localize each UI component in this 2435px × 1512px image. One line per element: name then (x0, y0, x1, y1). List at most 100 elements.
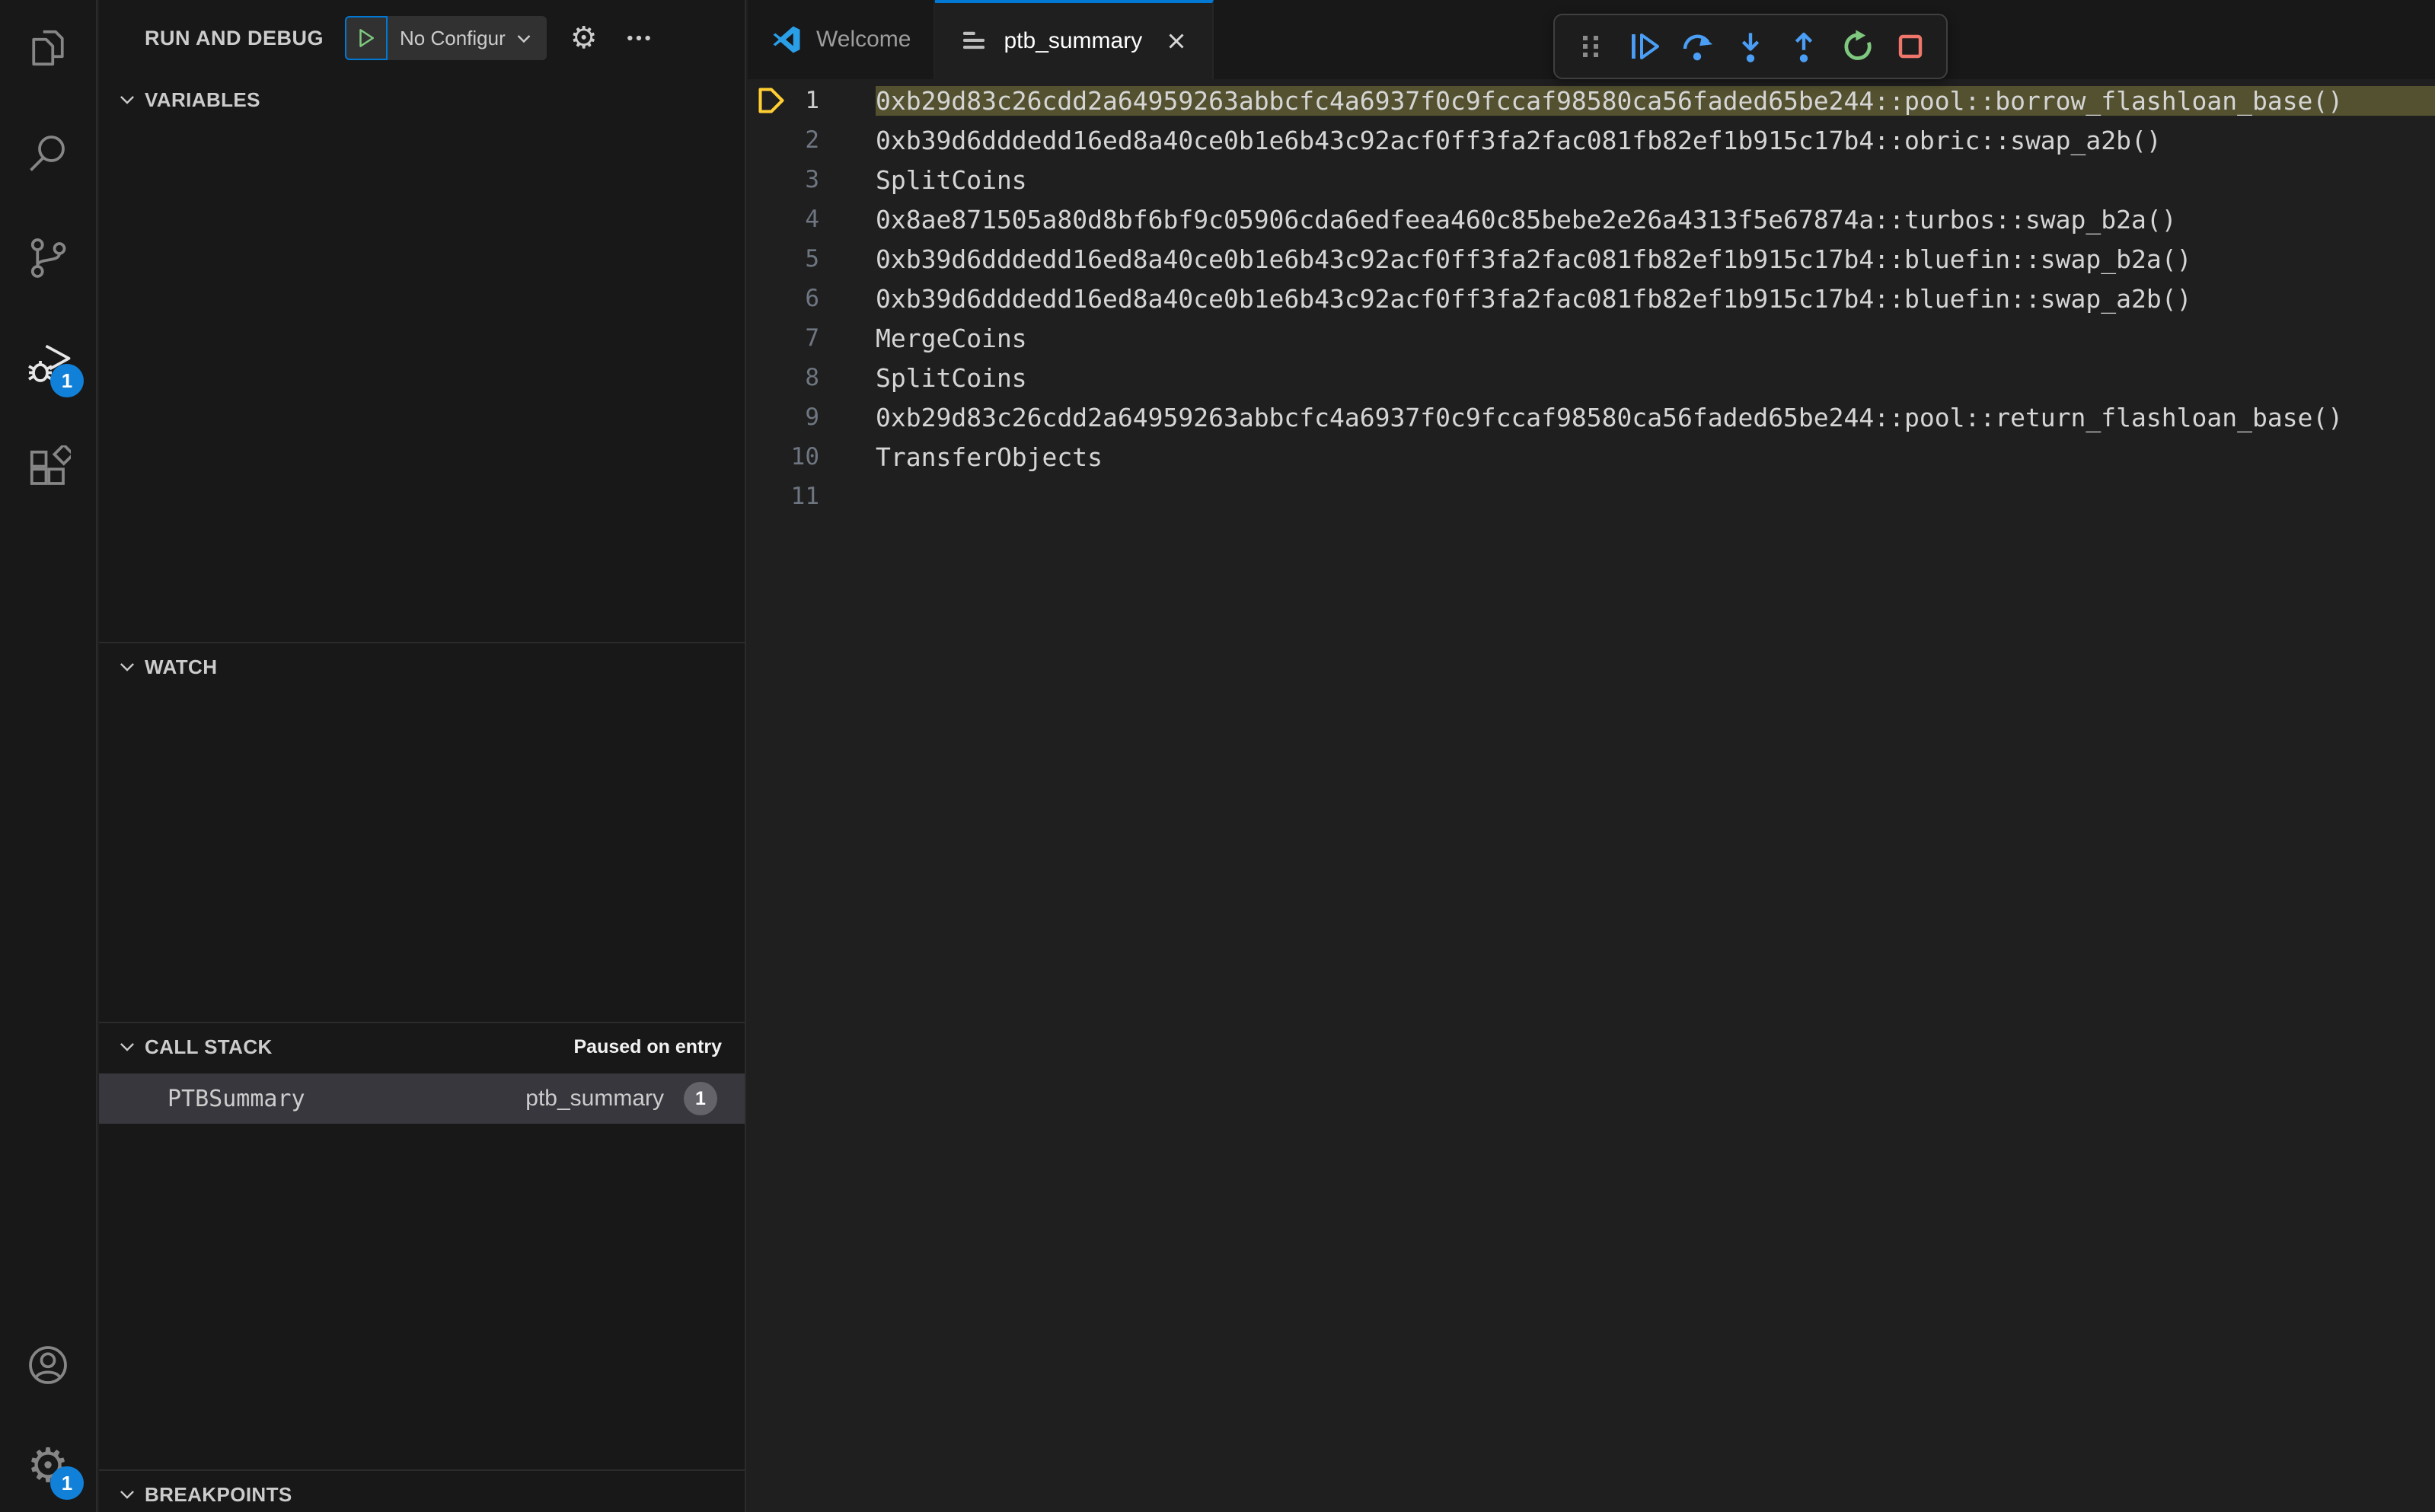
code-line[interactable]: 2 0xb39d6dddedd16ed8a40ce0b1e6b43c92acf0f… (748, 120, 2435, 160)
code-line[interactable]: 5 0xb39d6dddedd16ed8a40ce0b1e6b43c92acf0f… (748, 239, 2435, 279)
paused-status-text: Paused on entry (573, 1035, 723, 1057)
stop-button[interactable] (1887, 21, 1934, 72)
tab-welcome[interactable]: Welcome (748, 0, 936, 79)
vscode-logo-icon (773, 26, 800, 53)
editor-area: Welcome ptb_summary 1 0xb29d83c26cdd2a64… (748, 0, 2435, 1512)
step-into-button[interactable] (1727, 21, 1774, 72)
code-text[interactable]: 0x8ae871505a80d8bf6bf9c05906cda6edfeea46… (876, 205, 2435, 234)
settings-badge: 1 (50, 1466, 84, 1500)
code-text[interactable]: TransferObjects (876, 442, 2435, 472)
breakpoint-gutter[interactable] (748, 437, 786, 477)
launch-controls: No Configur (345, 16, 547, 60)
breakpoint-gutter[interactable] (748, 477, 786, 516)
call-stack-section: CALL STACK Paused on entry PTBSummary pt… (99, 1022, 745, 1469)
line-number: 11 (790, 483, 819, 510)
close-icon[interactable] (1163, 28, 1189, 54)
breakpoint-gutter[interactable] (748, 120, 786, 160)
code-line[interactable]: 8 SplitCoins (748, 358, 2435, 397)
chevron-down-icon (120, 1043, 134, 1051)
line-number: 2 (805, 126, 819, 154)
step-out-icon (1795, 32, 1813, 62)
search-icon (30, 136, 65, 171)
breakpoint-gutter[interactable] (748, 318, 786, 358)
breakpoint-gutter[interactable] (748, 81, 786, 120)
sidebar-item-run-and-debug[interactable]: 1 (23, 338, 84, 397)
breakpoints-section: BREAKPOINTS (99, 1469, 745, 1512)
debug-badge: 1 (50, 364, 84, 397)
section-label: VARIABLES (145, 88, 260, 111)
activity-bar-bottom: ⚙ 1 (23, 1340, 84, 1512)
code-editor[interactable]: 1 0xb29d83c26cdd2a64959263abbcfc4a6937f0c… (748, 81, 2435, 516)
sidebar-item-search[interactable] (23, 128, 73, 178)
watch-header[interactable]: WATCH (99, 643, 745, 691)
sidebar-item-extensions[interactable] (23, 443, 73, 493)
settings-button[interactable]: ⚙ 1 (23, 1440, 84, 1500)
section-label: WATCH (145, 655, 218, 678)
code-text[interactable]: 0xb39d6dddedd16ed8a40ce0b1e6b43c92acf0ff… (876, 126, 2435, 155)
ellipsis-icon (627, 35, 650, 41)
code-line[interactable]: 11 (748, 477, 2435, 516)
step-over-icon (1683, 34, 1712, 61)
chevron-down-icon (120, 663, 134, 671)
stack-frame-row[interactable]: PTBSummary ptb_summary 1 (99, 1073, 745, 1124)
activity-bar-top: 1 (23, 0, 84, 493)
code-text[interactable]: MergeCoins (876, 324, 2435, 353)
restart-icon (1844, 30, 1872, 60)
code-line[interactable]: 10 TransferObjects (748, 437, 2435, 477)
tab-ptb-summary[interactable]: ptb_summary (935, 0, 1214, 79)
code-line[interactable]: 9 0xb29d83c26cdd2a64959263abbcfc4a6937f0c… (748, 397, 2435, 437)
code-line[interactable]: 6 0xb39d6dddedd16ed8a40ce0b1e6b43c92acf0f… (748, 279, 2435, 318)
line-number: 5 (805, 245, 819, 273)
breakpoint-gutter[interactable] (748, 397, 786, 437)
sidebar-item-source-control[interactable] (23, 233, 73, 283)
chevron-down-icon (120, 96, 134, 104)
line-number: 6 (805, 285, 819, 312)
code-text[interactable]: SplitCoins (876, 363, 2435, 393)
code-text[interactable]: SplitCoins (876, 165, 2435, 195)
watch-section: WATCH (99, 642, 745, 1022)
start-debugging-button[interactable] (345, 16, 388, 60)
open-launch-json-button[interactable]: ⚙ (566, 21, 602, 56)
tab-label: ptb_summary (1004, 28, 1143, 53)
gripper-icon (1583, 36, 1598, 57)
toolbar-drag-handle[interactable] (1567, 21, 1614, 72)
breakpoint-gutter[interactable] (748, 279, 786, 318)
code-text[interactable]: 0xb29d83c26cdd2a64959263abbcfc4a6937f0c9… (876, 85, 2435, 116)
files-icon (32, 30, 64, 66)
line-number: 10 (790, 443, 819, 471)
stack-frame-source: ptb_summary (525, 1086, 664, 1111)
git-branch-icon (30, 238, 66, 278)
code-line[interactable]: 4 0x8ae871505a80d8bf6bf9c05906cda6edfeea4… (748, 199, 2435, 239)
breakpoints-header[interactable]: BREAKPOINTS (99, 1471, 745, 1512)
code-text[interactable]: 0xb29d83c26cdd2a64959263abbcfc4a6937f0c9… (876, 403, 2435, 432)
gear-icon: ⚙ (570, 21, 598, 56)
breakpoint-gutter[interactable] (748, 358, 786, 397)
accounts-button[interactable] (23, 1340, 73, 1390)
breakpoint-gutter[interactable] (748, 199, 786, 239)
code-line[interactable]: 3 SplitCoins (748, 160, 2435, 199)
code-line[interactable]: 7 MergeCoins (748, 318, 2435, 358)
code-text[interactable]: 0xb39d6dddedd16ed8a40ce0b1e6b43c92acf0ff… (876, 244, 2435, 274)
breakpoint-gutter[interactable] (748, 239, 786, 279)
line-number: 3 (805, 166, 819, 193)
continue-button[interactable] (1620, 21, 1667, 72)
restart-button[interactable] (1833, 21, 1881, 72)
vscode-window: 1 ⚙ 1 RUN AND DEBUG No Configur ⚙ VARIAB… (0, 0, 2435, 1512)
file-lines-icon (963, 31, 985, 49)
extensions-icon (30, 445, 71, 485)
views-more-actions-button[interactable] (621, 21, 656, 56)
variables-header[interactable]: VARIABLES (99, 76, 745, 123)
tab-label: Welcome (816, 27, 911, 52)
breakpoint-gutter[interactable] (748, 160, 786, 199)
chevron-down-icon (120, 1491, 134, 1499)
line-number: 4 (805, 206, 819, 233)
current-line-arrow-icon (758, 88, 784, 113)
call-stack-header[interactable]: CALL STACK Paused on entry (99, 1023, 745, 1070)
sidebar-item-explorer[interactable] (23, 23, 73, 73)
step-over-button[interactable] (1674, 21, 1721, 72)
code-text[interactable]: 0xb39d6dddedd16ed8a40ce0b1e6b43c92acf0ff… (876, 284, 2435, 314)
debug-configuration-dropdown[interactable]: No Configur (388, 16, 547, 60)
panel-header: RUN AND DEBUG No Configur ⚙ (99, 0, 745, 76)
step-out-button[interactable] (1780, 21, 1827, 72)
code-line[interactable]: 1 0xb29d83c26cdd2a64959263abbcfc4a6937f0c… (748, 81, 2435, 120)
